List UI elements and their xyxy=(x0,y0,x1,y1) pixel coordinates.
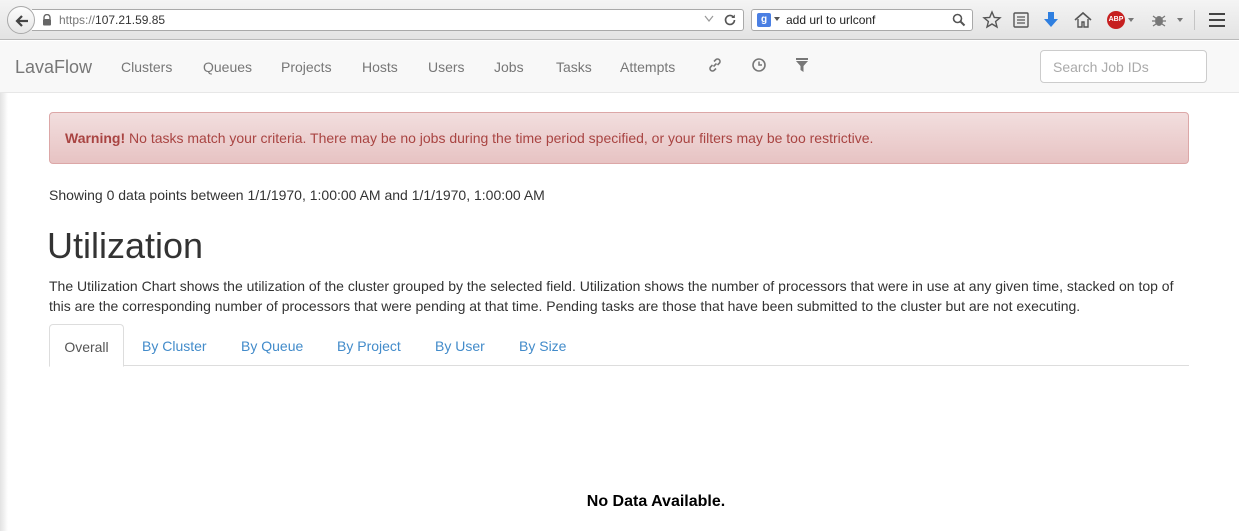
web-search-bar[interactable]: g add url to urlconf xyxy=(751,9,973,31)
data-points-summary: Showing 0 data points between 1/1/1970, … xyxy=(49,187,545,203)
alert-strong: Warning! xyxy=(65,130,126,146)
no-data-message: No Data Available. xyxy=(586,493,726,510)
nav-projects[interactable]: Projects xyxy=(281,59,332,75)
tab-by-project[interactable]: By Project xyxy=(337,324,401,366)
url-dropdown-icon[interactable] xyxy=(704,15,714,23)
tab-by-queue[interactable]: By Queue xyxy=(241,324,303,366)
nav-queues[interactable]: Queues xyxy=(203,59,252,75)
search-engine-icon[interactable]: g xyxy=(757,13,771,27)
nav-jobs[interactable]: Jobs xyxy=(494,59,524,75)
tab-by-cluster[interactable]: By Cluster xyxy=(142,324,207,366)
link-icon[interactable] xyxy=(707,57,723,73)
clock-icon[interactable] xyxy=(751,57,767,73)
back-arrow-icon xyxy=(15,15,28,27)
back-button[interactable] xyxy=(7,6,35,34)
alert-message: No tasks match your criteria. There may … xyxy=(125,130,874,146)
toolbar-separator xyxy=(1194,10,1195,30)
nav-hosts[interactable]: Hosts xyxy=(362,59,398,75)
page-edge-shadow xyxy=(0,93,8,531)
url-scheme: https:// xyxy=(59,13,96,27)
adblock-caret-icon[interactable] xyxy=(1128,18,1134,22)
nav-attempts[interactable]: Attempts xyxy=(620,59,675,75)
grouping-tabs: Overall By Cluster By Queue By Project B… xyxy=(49,324,1189,367)
utilization-description: The Utilization Chart shows the utilizat… xyxy=(49,278,1174,314)
navbar: LavaFlow Clusters Queues Projects Hosts … xyxy=(0,41,1239,93)
url-bar[interactable]: https://107.21.59.85 xyxy=(32,9,744,31)
tab-overall[interactable]: Overall xyxy=(49,324,124,367)
firebug-icon[interactable] xyxy=(1149,10,1169,30)
menu-icon[interactable] xyxy=(1209,13,1225,31)
url-text: https://107.21.59.85 xyxy=(59,13,165,27)
web-search-text: add url to urlconf xyxy=(786,13,876,27)
filter-icon[interactable] xyxy=(794,57,810,73)
tab-by-size[interactable]: By Size xyxy=(519,324,566,366)
lock-icon xyxy=(43,14,51,26)
download-icon[interactable] xyxy=(1041,10,1061,30)
job-id-search-input[interactable] xyxy=(1040,50,1207,83)
nav-users[interactable]: Users xyxy=(428,59,465,75)
url-host: 107.21.59.85 xyxy=(95,13,166,27)
page-title: Utilization xyxy=(47,225,204,266)
search-icon[interactable] xyxy=(952,13,966,27)
reload-icon[interactable] xyxy=(723,13,737,27)
nav-tasks[interactable]: Tasks xyxy=(556,59,592,75)
bookmark-star-icon[interactable] xyxy=(982,10,1002,30)
firebug-caret-icon[interactable] xyxy=(1177,18,1183,22)
engine-caret-icon[interactable] xyxy=(774,17,780,21)
nav-clusters[interactable]: Clusters xyxy=(121,59,172,75)
tab-by-user[interactable]: By User xyxy=(435,324,485,366)
warning-alert: Warning! No tasks match your criteria. T… xyxy=(49,112,1189,164)
home-icon[interactable] xyxy=(1073,10,1093,30)
adblock-icon[interactable]: ABP xyxy=(1107,11,1125,29)
browser-toolbar: https://107.21.59.85 g add url to urlcon… xyxy=(0,0,1239,40)
brand-link[interactable]: LavaFlow xyxy=(15,57,92,78)
reading-list-icon[interactable] xyxy=(1011,10,1031,30)
